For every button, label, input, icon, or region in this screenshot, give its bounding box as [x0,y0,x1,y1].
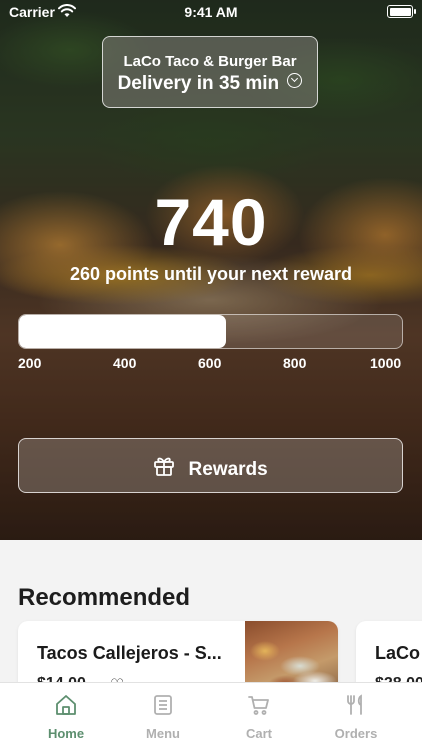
delivery-time: Delivery in 35 min [103,73,317,95]
recommended-item-name: Tacos Callejeros - S... [37,643,222,663]
status-time: 9:41 AM [184,4,238,20]
tab-home-label: Home [47,726,85,741]
cart-icon [248,696,269,715]
tab-cart-label: Cart [245,726,272,741]
tab-orders[interactable]: Orders [308,683,404,751]
progress-tick-400: 400 [113,355,137,371]
progress-tick-600: 600 [198,355,222,371]
gift-icon [153,455,175,483]
progress-tick-1000: 1000 [370,355,402,371]
tab-cart[interactable]: Cart [211,683,307,751]
rewards-progress-fill [19,315,226,348]
recommended-heading: Recommended [18,584,191,611]
points-until-reward: 260 points until your next reward [69,264,353,284]
menu-icon [154,695,172,715]
tab-bar: Home Menu Cart Orders [0,682,422,751]
tab-menu[interactable]: Menu [115,683,211,751]
chevron-down-icon [287,73,303,88]
tab-orders-label: Orders [334,726,378,741]
points-balance: 740 [154,185,268,259]
rewards-progress-bar [18,314,403,349]
progress-tick-200: 200 [18,355,42,371]
status-bar: Carrier 9:41 AM [0,0,422,26]
progress-tick-800: 800 [283,355,307,371]
restaurant-selector[interactable]: LaCo Taco & Burger Bar Delivery in 35 mi… [102,36,318,108]
home-icon [56,695,76,715]
delivery-label: Delivery in 35 min [117,73,280,94]
recommended-item-name: LaCo [375,643,420,663]
rewards-button[interactable]: Rewards [18,438,403,493]
tab-menu-label: Menu [146,726,180,741]
tab-home[interactable]: Home [18,683,114,751]
restaurant-name: LaCo Taco & Burger Bar [123,53,297,70]
battery-icon [387,5,416,18]
rewards-button-label: Rewards [188,459,268,480]
orders-icon [347,694,362,715]
